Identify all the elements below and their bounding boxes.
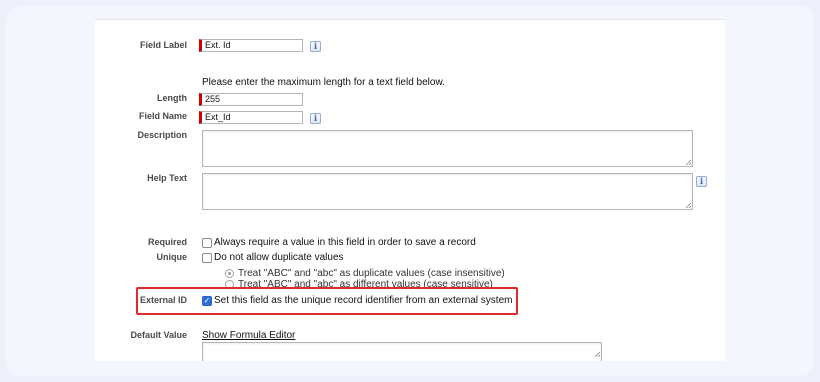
case-sensitive-text: Treat "ABC" and "abc" as different value… [238, 279, 493, 287]
help-text-info-icon[interactable]: i [696, 176, 707, 187]
field-label-input[interactable]: Ext. Id [199, 39, 303, 52]
unique-checkbox[interactable] [202, 253, 212, 263]
required-checkbox[interactable] [202, 238, 212, 248]
case-sensitive-radio[interactable] [225, 280, 234, 287]
required-option-text: Always require a value in this field in … [214, 237, 476, 248]
help-text-label: Help Text [147, 173, 187, 183]
default-value-label: Default Value [130, 330, 187, 340]
description-textarea[interactable] [202, 130, 693, 167]
field-label-info-icon[interactable]: i [310, 41, 321, 52]
field-name-info-icon[interactable]: i [310, 113, 321, 124]
description-label: Description [137, 130, 187, 140]
case-insensitive-radio[interactable] [225, 269, 234, 278]
resize-grip-icon[interactable] [685, 159, 691, 165]
required-label: Required [147, 237, 187, 247]
show-formula-editor-link[interactable]: Show Formula Editor [202, 330, 295, 341]
external-id-highlight-box [136, 287, 518, 315]
unique-label: Unique [156, 252, 188, 262]
field-name-label: Field Name [138, 111, 187, 121]
field-name-input[interactable]: Ext_Id [199, 111, 303, 124]
help-text-textarea[interactable] [202, 173, 693, 210]
unique-option-text: Do not allow duplicate values [214, 252, 344, 263]
length-input[interactable]: 255 [199, 93, 303, 106]
default-value-textarea[interactable] [202, 342, 602, 361]
resize-grip-icon[interactable] [594, 351, 600, 357]
max-length-hint: Please enter the maximum length for a te… [202, 77, 445, 88]
case-sensitive-row-clip: Treat "ABC" and "abc" as different value… [95, 278, 725, 287]
length-label: Length [157, 93, 187, 103]
resize-grip-icon[interactable] [685, 202, 691, 208]
field-label-label: Field Label [139, 40, 187, 50]
